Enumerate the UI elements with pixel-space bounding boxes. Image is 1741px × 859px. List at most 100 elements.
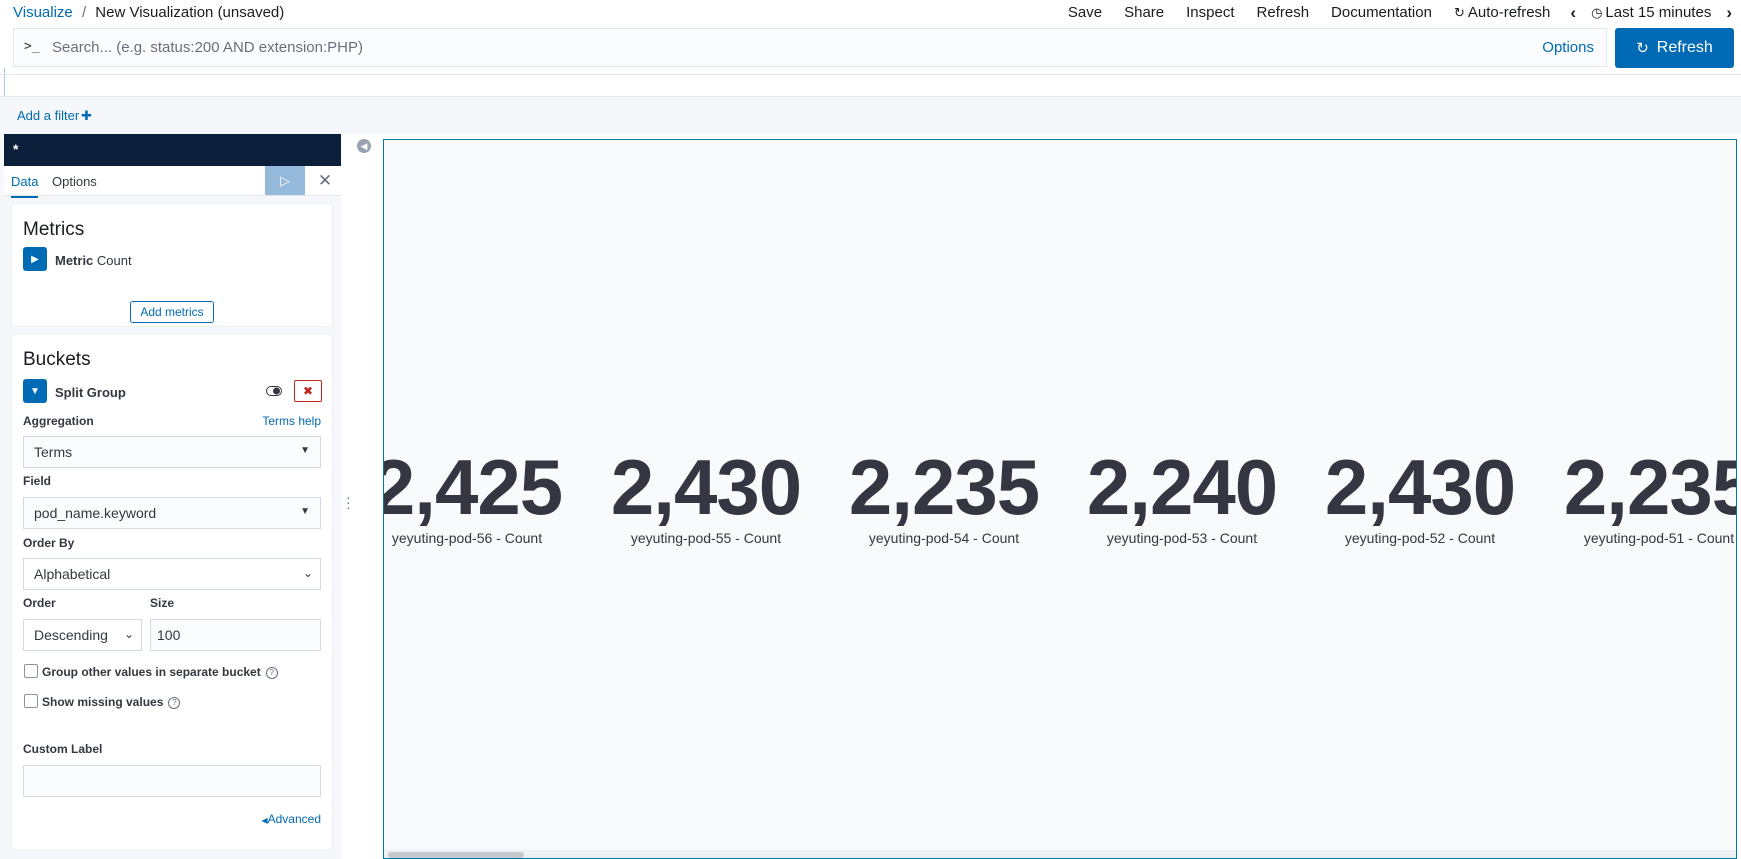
bucket-expand-toggle[interactable]: ▼ bbox=[23, 379, 47, 403]
metric-item: 2,425 yeyuting-pod-56 - Count bbox=[383, 443, 577, 546]
other-bucket-checkbox[interactable] bbox=[24, 664, 38, 678]
query-options-link[interactable]: Options bbox=[1542, 39, 1594, 56]
metrics-panel: Metrics ▶ Metric Count Add metrics bbox=[11, 203, 333, 327]
metric-agg-title: Metric Count bbox=[55, 253, 132, 268]
metric-label: yeyuting-pod-55 - Count bbox=[630, 530, 782, 546]
documentation-menu-item[interactable]: Documentation bbox=[1320, 4, 1443, 21]
field-label: Field bbox=[23, 474, 52, 488]
buckets-panel: Buckets ▼ Split Group ✖ Aggregation Term… bbox=[11, 333, 333, 851]
metric-value: 2,235 bbox=[1563, 443, 1737, 531]
share-menu-item[interactable]: Share bbox=[1113, 4, 1175, 21]
time-range-label: Last 15 minutes bbox=[1605, 4, 1712, 21]
field-value: pod_name.keyword bbox=[34, 505, 157, 521]
tab-options[interactable]: Options bbox=[52, 174, 97, 189]
order-select[interactable]: Descending ⌄ bbox=[23, 619, 142, 651]
breadcrumb-separator: / bbox=[81, 4, 87, 21]
query-prompt-icon: >_ bbox=[24, 39, 40, 54]
chevron-left-icon[interactable]: ‹ bbox=[1561, 3, 1585, 23]
metric-label: yeyuting-pod-53 - Count bbox=[1106, 530, 1258, 546]
order-by-select[interactable]: Alphabetical ⌄ bbox=[23, 558, 321, 590]
divider bbox=[0, 74, 1741, 75]
metric-value: 2,425 bbox=[383, 443, 563, 531]
add-filter-label: Add a filter bbox=[17, 108, 80, 123]
order-value: Descending bbox=[34, 627, 108, 643]
other-bucket-text: Group other values in separate bucket bbox=[42, 665, 261, 679]
refresh-menu-item[interactable]: Refresh bbox=[1246, 4, 1321, 21]
size-input[interactable]: 100 bbox=[150, 619, 321, 651]
arrow-left-icon: ◀ bbox=[360, 140, 368, 151]
cross-icon: ✖ bbox=[302, 384, 314, 398]
metrics-title: Metrics bbox=[23, 219, 85, 240]
query-bar: >_ Options bbox=[13, 28, 1607, 67]
metric-item: 2,235 yeyuting-pod-54 - Count bbox=[834, 448, 1054, 546]
metric-label: yeyuting-pod-54 - Count bbox=[868, 530, 1020, 546]
help-icon[interactable]: ? bbox=[168, 696, 181, 709]
metric-value: 2,430 bbox=[1324, 443, 1516, 531]
refresh-button-label: Refresh bbox=[1656, 39, 1713, 56]
search-input[interactable] bbox=[52, 33, 1472, 62]
metric-item: 2,240 yeyuting-pod-53 - Count bbox=[1072, 448, 1292, 546]
resize-handle[interactable]: · · · bbox=[346, 490, 351, 514]
chevron-right-icon[interactable]: › bbox=[1717, 3, 1741, 23]
help-icon[interactable]: ? bbox=[265, 666, 278, 679]
eye-toggle-icon bbox=[266, 386, 282, 396]
order-by-value: Alphabetical bbox=[34, 566, 111, 582]
inspect-menu-item[interactable]: Inspect bbox=[1175, 4, 1245, 21]
plus-icon: ✚ bbox=[81, 108, 93, 123]
breadcrumb: Visualize / New Visualization (unsaved) bbox=[13, 4, 284, 21]
add-metrics-button[interactable]: Add metrics bbox=[130, 301, 214, 323]
other-bucket-label: Group other values in separate bucket? bbox=[42, 665, 278, 679]
chevron-down-icon: ▼ bbox=[30, 385, 40, 397]
sidebar-tabs: Data Options ▷ ✕ bbox=[4, 166, 341, 198]
metric-value: 2,240 bbox=[1086, 443, 1278, 531]
horizontal-scrollbar-track bbox=[384, 850, 1736, 858]
caret-down-icon: ▼ bbox=[300, 445, 310, 456]
bucket-agg-name: Split Group bbox=[55, 385, 126, 400]
refresh-button[interactable]: ↻ Refresh bbox=[1615, 28, 1734, 68]
play-icon: ▷ bbox=[280, 172, 290, 188]
visualization-area: 2,425 yeyuting-pod-56 - Count 2,430 yeyu… bbox=[383, 139, 1737, 859]
top-menu: Save Share Inspect Refresh Documentation… bbox=[1057, 0, 1741, 25]
bucket-agg-title: Split Group bbox=[55, 385, 126, 400]
order-label: Order bbox=[23, 596, 56, 610]
order-by-label: Order By bbox=[23, 536, 75, 550]
buckets-title: Buckets bbox=[23, 349, 91, 370]
metric-label: yeyuting-pod-52 - Count bbox=[1344, 530, 1496, 546]
metric-label: yeyuting-pod-51 - Count bbox=[1583, 530, 1735, 546]
time-picker[interactable]: ◷ Last 15 minutes bbox=[1585, 4, 1717, 21]
disable-agg-toggle[interactable] bbox=[262, 381, 286, 401]
chevron-right-icon: ▶ bbox=[31, 253, 39, 265]
metric-value: 2,430 bbox=[610, 443, 802, 531]
breadcrumb-visualize[interactable]: Visualize bbox=[13, 4, 73, 21]
metric-item: 2,430 yeyuting-pod-52 - Count bbox=[1310, 448, 1530, 546]
refresh-icon: ↻ bbox=[1453, 4, 1465, 20]
terms-help-link[interactable]: Terms help bbox=[262, 414, 321, 428]
editor-sidebar: * Data Options ▷ ✕ Metrics ▶ Metric Coun… bbox=[0, 134, 341, 859]
horizontal-scrollbar[interactable] bbox=[388, 852, 524, 858]
add-filter-link[interactable]: Add a filter ✚ bbox=[17, 108, 92, 124]
metric-expand-toggle[interactable]: ▶ bbox=[23, 247, 47, 271]
aggregation-value: Terms bbox=[34, 444, 73, 460]
tab-data[interactable]: Data bbox=[11, 174, 39, 198]
advanced-toggle[interactable]: ◀Advanced bbox=[261, 812, 321, 826]
aggregation-select[interactable]: Terms ▼ bbox=[23, 436, 321, 468]
remove-agg-button[interactable]: ✖ bbox=[294, 380, 322, 402]
discard-changes-button[interactable]: ✕ bbox=[313, 169, 337, 193]
advanced-label: Advanced bbox=[267, 812, 321, 826]
filter-bar: Add a filter ✚ bbox=[0, 96, 1741, 134]
apply-changes-button[interactable]: ▷ bbox=[265, 166, 305, 195]
size-label: Size bbox=[150, 596, 175, 610]
auto-refresh-menu-item[interactable]: ↻ Auto-refresh bbox=[1443, 4, 1561, 21]
metric-item: 2,235 yeyuting-pod-51 - Count bbox=[1549, 443, 1737, 546]
custom-label-input[interactable] bbox=[23, 765, 321, 797]
metric-label: yeyuting-pod-56 - Count bbox=[391, 530, 543, 546]
metric-agg-type: Metric bbox=[55, 253, 94, 268]
metric-value: 2,235 bbox=[848, 443, 1040, 531]
missing-values-checkbox[interactable] bbox=[24, 694, 38, 708]
collapse-sidebar-button[interactable]: ◀ bbox=[357, 139, 371, 153]
custom-label-label: Custom Label bbox=[23, 742, 103, 756]
chevron-down-icon: ⌄ bbox=[123, 627, 134, 641]
field-select[interactable]: pod_name.keyword ▼ bbox=[23, 497, 321, 529]
save-menu-item[interactable]: Save bbox=[1057, 4, 1113, 21]
metric-agg-value: Count bbox=[96, 253, 132, 268]
